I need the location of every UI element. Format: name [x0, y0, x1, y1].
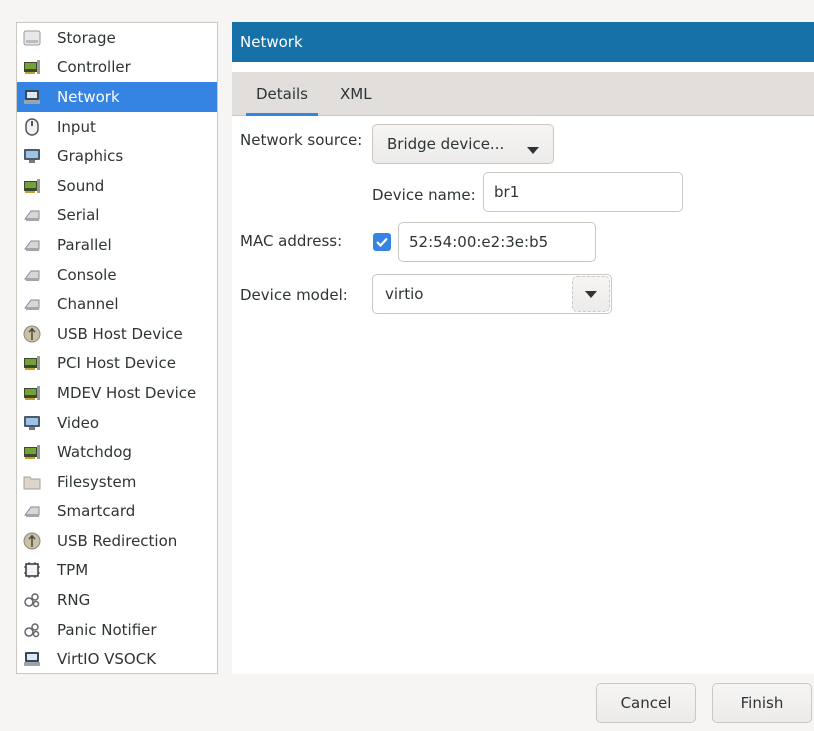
dropdown-arrow-icon: [585, 285, 597, 303]
sidebar-item-pci-host-device[interactable]: PCI Host Device: [17, 349, 217, 379]
sidebar-item-label: RNG: [57, 591, 91, 610]
sidebar-item-parallel[interactable]: Parallel: [17, 230, 217, 260]
pci-card-icon: [23, 354, 41, 372]
panic-icon: [23, 621, 41, 639]
vsock-icon: [23, 650, 41, 668]
sidebar-item-console[interactable]: Console: [17, 260, 217, 290]
sidebar-item-label: Network: [57, 87, 120, 106]
sidebar-item-label: Console: [57, 265, 117, 284]
chip-icon: [23, 561, 41, 579]
sidebar-item-label: Parallel: [57, 235, 112, 254]
sidebar-item-mdev-host-device[interactable]: MDEV Host Device: [17, 378, 217, 408]
mouse-icon: [23, 117, 41, 136]
sidebar-item-label: Watchdog: [57, 443, 132, 462]
folder-icon: [23, 473, 41, 491]
sidebar-item-rng[interactable]: RNG: [17, 585, 217, 615]
sidebar-item-label: Channel: [57, 295, 119, 314]
page-title-text: Network: [240, 33, 303, 51]
page-title: Network: [232, 22, 814, 62]
sidebar-item-label: Sound: [57, 176, 105, 195]
sidebar-item-label: TPM: [57, 561, 89, 580]
dice-icon: [23, 591, 41, 609]
sidebar-item-usb-host-device[interactable]: USB Host Device: [17, 319, 217, 349]
sidebar-item-label: Panic Notifier: [57, 620, 157, 639]
controller-card-icon: [23, 58, 41, 76]
mac-address-input[interactable]: [398, 222, 596, 262]
sidebar-item-graphics[interactable]: Graphics: [17, 141, 217, 171]
sidebar-item-usb-redirection[interactable]: USB Redirection: [17, 526, 217, 556]
network-source-label: Network source:: [240, 131, 363, 149]
device-name-input[interactable]: [483, 172, 683, 212]
cancel-button[interactable]: Cancel: [596, 683, 696, 723]
monitor-icon: [23, 147, 41, 165]
mac-address-checkbox[interactable]: [373, 233, 391, 251]
watchdog-card-icon: [23, 443, 41, 461]
network-icon: [23, 88, 41, 106]
mac-address-label: MAC address:: [240, 232, 343, 250]
hardware-type-list: Storage Controller Network Input Graphics Sou…: [16, 22, 218, 674]
device-name-label: Device name:: [372, 186, 476, 204]
tab-details-label: Details: [256, 84, 309, 103]
dropdown-arrow-icon: [527, 141, 539, 159]
serial-port-icon: [23, 206, 41, 224]
network-source-value: Bridge device...: [387, 135, 505, 153]
tab-xml[interactable]: XML: [324, 72, 388, 115]
tab-details[interactable]: Details: [240, 72, 324, 116]
video-monitor-icon: [23, 414, 41, 432]
sidebar-item-sound[interactable]: Sound: [17, 171, 217, 201]
device-model-label: Device model:: [240, 286, 348, 304]
sidebar-item-label: Video: [57, 413, 100, 432]
sidebar-item-label: Filesystem: [57, 472, 137, 491]
sidebar-item-video[interactable]: Video: [17, 408, 217, 438]
console-icon: [23, 266, 41, 284]
device-model-value: virtio: [385, 285, 424, 303]
sidebar-item-smartcard[interactable]: Smartcard: [17, 497, 217, 527]
finish-button[interactable]: Finish: [712, 683, 812, 723]
network-source-dropdown[interactable]: Bridge device...: [372, 124, 554, 164]
mdev-card-icon: [23, 384, 41, 402]
finish-button-label: Finish: [740, 694, 784, 712]
sound-card-icon: [23, 177, 41, 195]
sidebar-item-controller[interactable]: Controller: [17, 53, 217, 83]
sidebar-item-label: USB Redirection: [57, 531, 178, 550]
disk-icon: [23, 29, 41, 47]
sidebar-item-label: Controller: [57, 58, 131, 77]
usb-redirection-icon: [23, 532, 41, 550]
parallel-port-icon: [23, 236, 41, 254]
sidebar-item-storage[interactable]: Storage: [17, 23, 217, 53]
sidebar-item-label: USB Host Device: [57, 324, 183, 343]
usb-icon: [23, 325, 41, 343]
sidebar-item-label: Storage: [57, 28, 116, 47]
sidebar-item-filesystem[interactable]: Filesystem: [17, 467, 217, 497]
tab-bar: Details XML: [232, 72, 814, 116]
sidebar-item-input[interactable]: Input: [17, 112, 217, 142]
cancel-button-label: Cancel: [620, 694, 672, 712]
sidebar-item-label: Serial: [57, 206, 100, 225]
tab-xml-label: XML: [340, 84, 372, 103]
sidebar-item-panic-notifier[interactable]: Panic Notifier: [17, 615, 217, 645]
sidebar-item-serial[interactable]: Serial: [17, 201, 217, 231]
sidebar-item-network[interactable]: Network: [17, 82, 217, 112]
checkmark-icon: [376, 237, 388, 247]
sidebar-item-label: Graphics: [57, 147, 124, 166]
smartcard-icon: [23, 502, 41, 520]
sidebar-item-label: VirtIO VSOCK: [57, 650, 157, 669]
sidebar-item-tpm[interactable]: TPM: [17, 556, 217, 586]
sidebar-item-watchdog[interactable]: Watchdog: [17, 437, 217, 467]
sidebar-item-label: MDEV Host Device: [57, 383, 197, 402]
main-panel: Network Details XML Network source: Brid…: [232, 22, 814, 674]
channel-icon: [23, 295, 41, 313]
sidebar-item-virtio-vsock[interactable]: VirtIO VSOCK: [17, 644, 217, 674]
sidebar-item-label: PCI Host Device: [57, 354, 176, 373]
sidebar-item-label: Smartcard: [57, 502, 136, 521]
sidebar-item-label: Input: [57, 117, 96, 136]
device-model-dropdown-button[interactable]: [572, 276, 610, 312]
sidebar-item-channel[interactable]: Channel: [17, 289, 217, 319]
